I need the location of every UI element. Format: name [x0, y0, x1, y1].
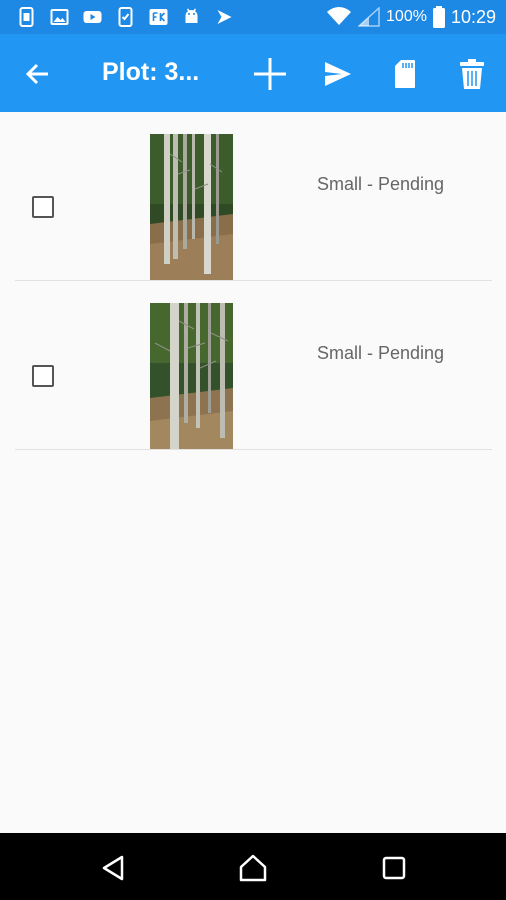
- battery-percent: 100%: [386, 8, 427, 25]
- clock: 10:29: [450, 6, 496, 27]
- back-triangle-icon: [102, 855, 124, 881]
- photo-list: Small - Pending Small - Pending: [0, 112, 506, 450]
- back-arrow-icon: [25, 63, 48, 85]
- status-label: Small - Pending: [317, 343, 445, 363]
- tree-photo-thumbnail[interactable]: [150, 134, 233, 280]
- system-status: 100% 10:29: [326, 5, 496, 29]
- page-title: Plot: 3...: [102, 58, 200, 86]
- tree-photo-thumbnail[interactable]: [150, 303, 233, 449]
- select-checkbox[interactable]: [32, 365, 54, 387]
- add-icon: [254, 58, 286, 90]
- add-button[interactable]: [250, 54, 290, 94]
- home-icon: [239, 854, 267, 882]
- delete-button[interactable]: [452, 54, 492, 94]
- nav-back-button[interactable]: [95, 850, 131, 886]
- send-button[interactable]: [318, 54, 358, 94]
- sd-card-button[interactable]: [385, 54, 425, 94]
- list-item[interactable]: Small - Pending: [0, 281, 506, 450]
- status-bar: 100% 10:29: [0, 0, 506, 34]
- wifi-icon: [327, 7, 352, 26]
- nav-recents-button[interactable]: [376, 850, 412, 886]
- notification-icons: [16, 7, 235, 27]
- image-icon: [50, 9, 69, 25]
- trash-icon: [460, 59, 484, 89]
- sd-card-icon: [395, 60, 415, 88]
- divider: [15, 449, 492, 450]
- back-button[interactable]: [18, 54, 58, 94]
- signal-icon: [358, 7, 380, 27]
- select-checkbox[interactable]: [32, 196, 54, 218]
- app-bar: Plot: 3...: [0, 34, 506, 112]
- arrow-app-icon: [217, 10, 232, 24]
- youtube-icon: [83, 11, 102, 23]
- status-label: Small - Pending: [317, 174, 445, 194]
- battery-icon: [432, 6, 445, 28]
- android-icon: [185, 8, 198, 23]
- list-item[interactable]: Small - Pending: [0, 112, 506, 281]
- sim-icon: [19, 7, 34, 27]
- send-icon: [325, 62, 351, 86]
- recents-icon: [382, 856, 406, 880]
- phone-check-icon: [118, 7, 133, 27]
- fk-app-icon: [149, 9, 168, 25]
- nav-home-button[interactable]: [235, 850, 271, 886]
- navigation-bar: [0, 833, 506, 900]
